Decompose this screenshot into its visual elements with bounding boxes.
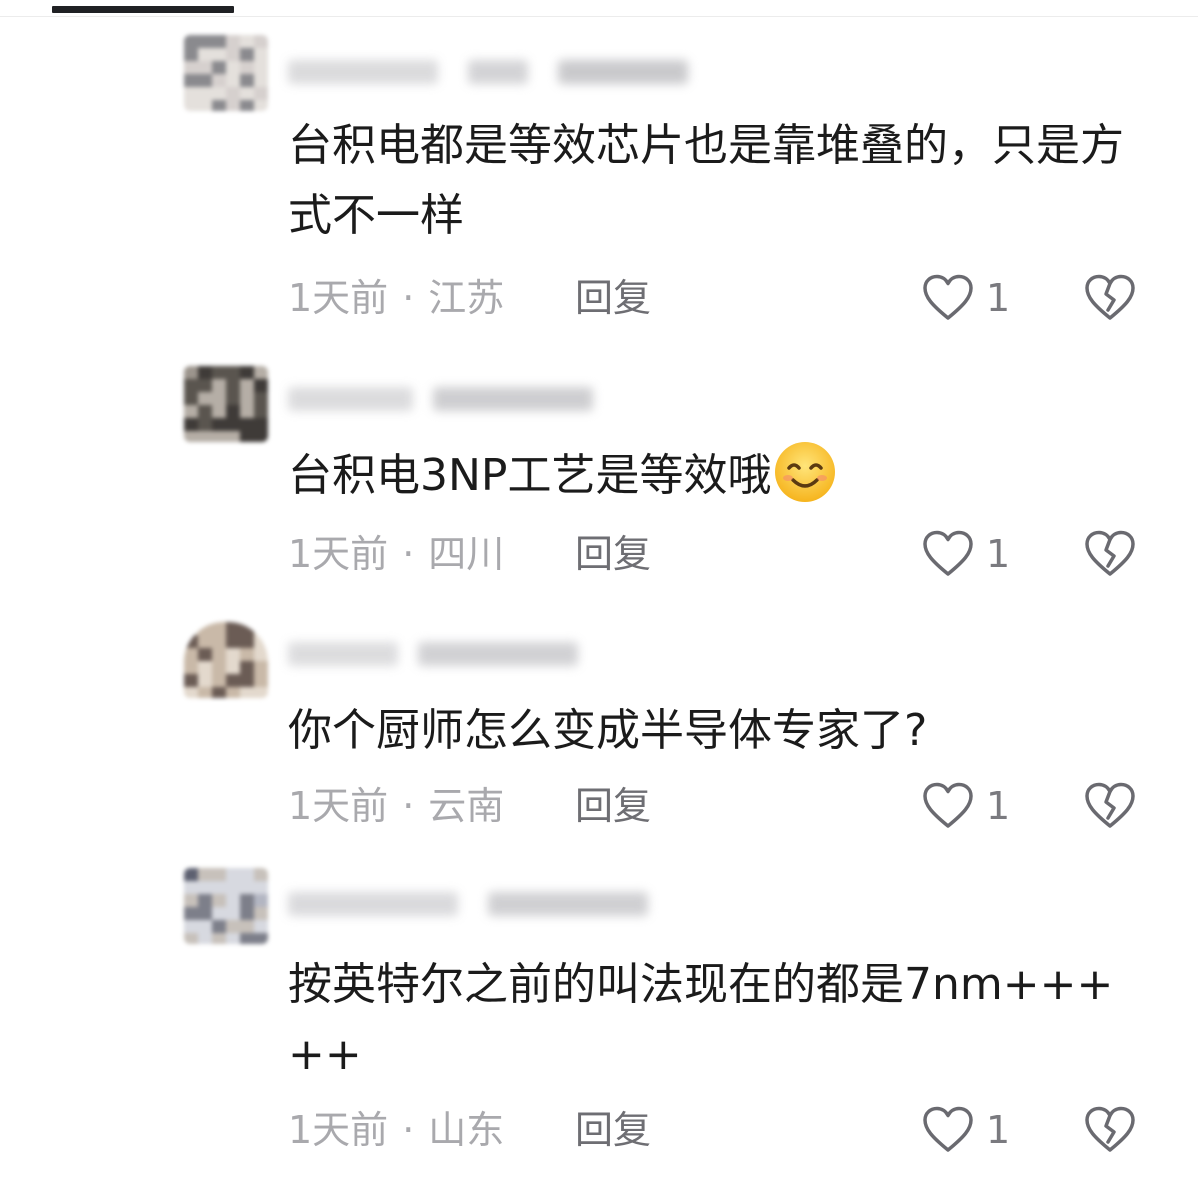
user-avatar[interactable] [184, 366, 268, 442]
like-count: 1 [986, 784, 1011, 828]
heart-outline-icon [923, 782, 973, 828]
comment-meta: 1天前 · 云南 [288, 781, 504, 831]
heart-outline-icon [923, 274, 973, 320]
reply-button[interactable]: 回复 [575, 529, 651, 579]
comment-region: 四川 [428, 532, 505, 576]
username-blurred[interactable] [288, 886, 758, 920]
user-avatar[interactable] [184, 868, 268, 944]
comment-text: 按英特尔之前的叫法现在的都是7nm+++++ [288, 959, 1114, 1080]
like-count: 1 [986, 532, 1011, 576]
broken-heart-icon[interactable] [1084, 1104, 1136, 1156]
comment-time: 1天前 [288, 532, 389, 576]
comment-meta: 1天前 · 四川 [288, 529, 504, 579]
comment-region: 山东 [428, 1108, 505, 1152]
top-divider [0, 16, 1198, 17]
broken-heart-icon[interactable] [1084, 272, 1136, 324]
comment-time: 1天前 [288, 784, 389, 828]
reply-button[interactable]: 回复 [575, 273, 651, 323]
active-tab-indicator [52, 6, 234, 13]
reply-button[interactable]: 回复 [575, 1105, 651, 1155]
meta-separator: · [402, 1108, 415, 1152]
comment-region: 云南 [428, 784, 505, 828]
heart-outline-icon [923, 1106, 973, 1152]
username-blurred[interactable] [288, 636, 758, 670]
reply-button[interactable]: 回复 [575, 781, 651, 831]
broken-heart-icon[interactable] [1084, 780, 1136, 832]
comment-meta: 1天前 · 江苏 [288, 273, 504, 323]
like-button[interactable]: 1 [922, 526, 1012, 582]
like-button[interactable]: 1 [922, 778, 1012, 834]
comment-region: 江苏 [428, 276, 505, 320]
heart-outline-icon [923, 530, 973, 576]
comment-text-content: 台积电3NP工艺是等效哦 [288, 450, 772, 501]
comment-text: 你个厨师怎么变成半导体专家了? [288, 705, 928, 756]
comment-time: 1天前 [288, 276, 389, 320]
user-avatar[interactable] [184, 622, 268, 698]
cropped-bottom-edge [872, 1160, 1172, 1185]
broken-heart-icon[interactable] [1084, 528, 1136, 580]
meta-separator: · [402, 532, 415, 576]
comment-text: 台积电3NP工艺是等效哦 [288, 440, 1158, 511]
user-avatar[interactable] [184, 35, 268, 111]
comment-text: 台积电都是等效芯片也是靠堆叠的，只是方式不一样 [288, 120, 1124, 241]
username-blurred[interactable] [288, 54, 758, 88]
like-count: 1 [986, 276, 1011, 320]
meta-separator: · [402, 276, 415, 320]
like-button[interactable]: 1 [922, 1102, 1012, 1158]
meta-separator: · [402, 784, 415, 828]
like-button[interactable]: 1 [922, 270, 1012, 326]
like-count: 1 [986, 1108, 1011, 1152]
username-blurred[interactable] [288, 381, 758, 415]
smiling-face-emoji [775, 442, 836, 502]
comment-meta: 1天前 · 山东 [288, 1105, 504, 1155]
comment-time: 1天前 [288, 1108, 389, 1152]
